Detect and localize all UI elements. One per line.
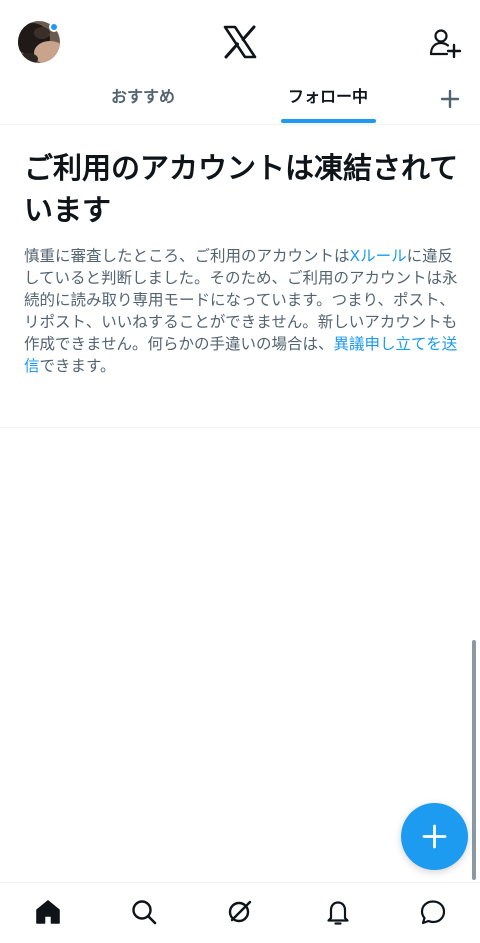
grok-icon[interactable] <box>225 897 255 927</box>
tab-following[interactable]: フォロー中 <box>250 82 406 124</box>
top-bar <box>0 0 480 82</box>
notification-dot <box>49 22 59 32</box>
scrollbar[interactable] <box>472 640 476 880</box>
x-rules-link[interactable]: Xルール <box>350 247 407 265</box>
notice-headline: ご利用のアカウントは凍結されています <box>24 151 459 227</box>
tab-recommended[interactable]: おすすめ <box>60 82 226 124</box>
search-icon[interactable] <box>129 897 159 927</box>
bell-icon[interactable] <box>323 897 353 927</box>
active-tab-indicator <box>281 119 376 123</box>
home-icon[interactable] <box>33 897 63 927</box>
plus-icon[interactable] <box>436 85 464 113</box>
notice-body-part-1: 慎重に審査したところ、ご利用のアカウントは <box>24 247 350 265</box>
bottom-navigation <box>0 882 480 943</box>
plus-icon <box>422 824 447 849</box>
compose-button[interactable] <box>401 803 468 870</box>
add-user-icon[interactable] <box>427 25 463 61</box>
message-icon[interactable] <box>418 897 448 927</box>
notice-body: 慎重に審査したところ、ご利用のアカウントはXルールに違反していると判断しました。… <box>24 245 460 377</box>
notice-body-part-3: できます。 <box>39 357 116 375</box>
timeline-tabs: おすすめ フォロー中 <box>0 82 480 125</box>
x-logo-icon[interactable] <box>222 25 258 59</box>
suspension-notice: ご利用のアカウントは凍結されています 慎重に審査したところ、ご利用のアカウントは… <box>0 125 480 428</box>
